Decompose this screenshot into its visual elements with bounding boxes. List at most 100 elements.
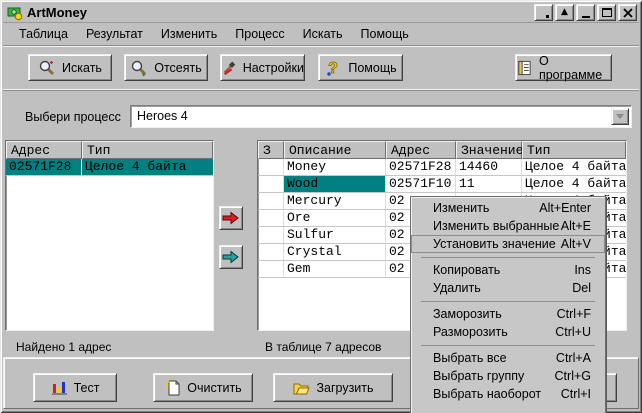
menu-item-shortcut: Ctrl+I — [561, 387, 591, 401]
menu-separator — [421, 301, 595, 302]
table-cell: Целое 4 байта — [522, 176, 626, 192]
context-menu-item[interactable]: Выбрать все Ctrl+A — [411, 349, 605, 367]
maximize-button[interactable] — [597, 4, 616, 21]
menu-item-label: Выбрать наоборот — [433, 387, 541, 401]
close-button[interactable] — [618, 4, 637, 21]
teal-arrow-right-icon — [222, 250, 240, 264]
menu-edit[interactable]: Изменить — [152, 24, 226, 44]
tools-icon — [221, 59, 237, 77]
table-row[interactable]: Wood02571F1011Целое 4 байта — [258, 176, 626, 193]
menu-result[interactable]: Результат — [77, 24, 152, 44]
column-header[interactable]: Значение — [456, 141, 522, 159]
menu-item-label: Копировать — [433, 263, 500, 277]
minimize-button[interactable] — [576, 4, 595, 21]
load-button[interactable]: Загрузить — [273, 373, 393, 402]
table-cell: Crystal — [284, 244, 386, 260]
process-value: Heroes 4 — [137, 109, 188, 123]
chevron-down-icon — [616, 114, 624, 119]
column-header[interactable]: З — [258, 141, 284, 159]
test-button-label: Тест — [74, 381, 100, 395]
red-arrow-right-icon — [222, 211, 240, 225]
menu-item-label: Выбрать группу — [433, 369, 524, 383]
menu-item-shortcut: Alt+Enter — [539, 201, 591, 215]
load-button-label: Загрузить — [316, 381, 373, 395]
table-cell: 02571F10 — [386, 176, 456, 192]
left-status: Найдено 1 адрес — [16, 340, 111, 354]
clear-page-icon — [164, 379, 181, 396]
move-all-to-table-button[interactable] — [219, 245, 243, 269]
table-cell: Money — [284, 159, 386, 175]
context-menu-item[interactable]: Копировать Ins — [411, 261, 605, 279]
table-cell: Sulfur — [284, 227, 386, 243]
filter-search-icon — [130, 59, 148, 77]
table-cell: 02571F28 — [386, 159, 456, 175]
maximize-icon — [602, 8, 612, 17]
column-header[interactable]: Адрес — [6, 141, 82, 159]
search-button[interactable]: Искать — [28, 54, 112, 81]
sieve-button-label: Отсеять — [154, 61, 202, 75]
context-menu-item[interactable]: Выбрать группуCtrl+G — [411, 367, 605, 385]
context-menu-item[interactable]: Установить значение Alt+V — [411, 235, 605, 253]
table-cell: Ore — [284, 210, 386, 226]
search-results-table[interactable]: Адрес Тип 02571F28 Целое 4 байта — [5, 140, 214, 331]
table-cell: Gem — [284, 261, 386, 277]
open-folder-icon — [292, 380, 310, 396]
column-header[interactable]: Тип — [82, 141, 213, 159]
table-cell: Целое 4 байта — [522, 159, 626, 175]
move-to-table-button[interactable] — [219, 206, 243, 230]
context-menu-item[interactable]: Разморозить Ctrl+U — [411, 323, 605, 341]
about-button[interactable]: О программе — [515, 54, 612, 81]
menu-item-shortcut: Alt+E — [561, 219, 591, 233]
clear-button[interactable]: Очистить — [153, 373, 253, 402]
menu-search[interactable]: Искать — [294, 24, 352, 44]
menu-item-shortcut: Ins — [574, 263, 591, 277]
always-on-top-button[interactable]: ▲ — [555, 4, 574, 21]
menu-process[interactable]: Процесс — [226, 24, 293, 44]
search-icon — [38, 59, 56, 77]
menu-item-shortcut: Alt+V — [561, 237, 591, 251]
settings-button[interactable]: Настройки — [220, 54, 305, 81]
settings-button-label: Настройки — [243, 61, 304, 75]
menu-item-shortcut: Ctrl+A — [556, 351, 591, 365]
context-menu-item[interactable]: УдалитьDel — [411, 279, 605, 297]
menu-item-shortcut: Ctrl+U — [555, 325, 591, 339]
rollup-button[interactable] — [534, 4, 553, 21]
menu-item-label: Установить значение — [433, 237, 556, 251]
context-menu-item[interactable]: Выбрать наоборот Ctrl+I — [411, 385, 605, 403]
menubar: Таблица Результат Изменить Процесс Искат… — [4, 24, 418, 44]
context-menu-item[interactable]: ЗаморозитьCtrl+F — [411, 305, 605, 323]
about-icon — [516, 59, 533, 77]
table-cell: Wood — [284, 176, 386, 192]
titlebar[interactable]: ArtMoney ▲ — [3, 3, 639, 23]
help-icon: ? — [324, 59, 342, 77]
close-icon — [623, 8, 633, 18]
process-combobox[interactable]: Heroes 4 — [130, 105, 632, 128]
combo-dropdown-button[interactable] — [611, 108, 629, 125]
help-button[interactable]: ? Помощь — [318, 54, 403, 81]
table-cell: 11 — [456, 176, 522, 192]
search-button-label: Искать — [62, 61, 102, 75]
menu-item-label: Выбрать все — [433, 351, 507, 365]
right-status: В таблице 7 адресов — [265, 340, 381, 354]
window-title: ArtMoney — [27, 5, 87, 20]
menu-help[interactable]: Помощь — [352, 24, 418, 44]
table-cell — [258, 176, 284, 192]
menu-item-label: Изменить выбранные — [433, 219, 559, 233]
table-cell — [258, 193, 284, 209]
context-menu-item[interactable]: Изменить выбранныеAlt+E — [411, 217, 605, 235]
artmoney-window: ArtMoney ▲ Таблица Результат Изменить Пр… — [0, 0, 642, 413]
dot-icon — [546, 15, 549, 18]
about-button-label: О программе — [539, 54, 611, 82]
column-header[interactable]: Описание — [284, 141, 386, 159]
up-triangle-icon: ▲ — [561, 8, 568, 17]
table-row[interactable]: Money02571F2814460Целое 4 байта — [258, 159, 626, 176]
table-row[interactable]: 02571F28 Целое 4 байта — [6, 159, 213, 176]
test-button[interactable]: Тест — [33, 373, 117, 402]
app-money-icon — [7, 5, 23, 21]
column-header[interactable]: Тип — [522, 141, 626, 159]
context-menu-item[interactable]: ИзменитьAlt+Enter — [411, 199, 605, 217]
menu-table[interactable]: Таблица — [10, 24, 77, 44]
menu-item-label: Разморозить — [433, 325, 508, 339]
column-header[interactable]: Адрес — [386, 141, 456, 159]
sieve-button[interactable]: Отсеять — [124, 54, 208, 81]
